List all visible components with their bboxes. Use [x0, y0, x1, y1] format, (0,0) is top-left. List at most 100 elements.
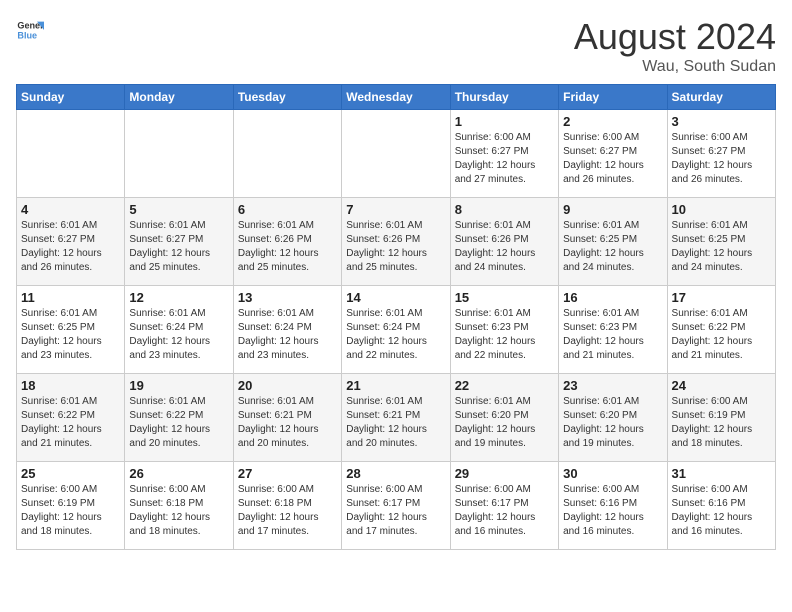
logo: General Blue — [16, 16, 44, 44]
day-number: 1 — [455, 114, 554, 129]
day-number: 19 — [129, 378, 228, 393]
day-number: 7 — [346, 202, 445, 217]
weekday-row: SundayMondayTuesdayWednesdayThursdayFrid… — [17, 85, 776, 110]
svg-text:Blue: Blue — [17, 30, 37, 40]
calendar-cell: 1 Sunrise: 6:00 AM Sunset: 6:27 PM Daylig… — [450, 110, 558, 198]
cell-content: Sunrise: 6:01 AM Sunset: 6:26 PM Dayligh… — [346, 219, 445, 275]
day-number: 11 — [21, 290, 120, 305]
calendar-cell: 25 Sunrise: 6:00 AM Sunset: 6:19 PM Dayli… — [17, 462, 125, 550]
day-number: 31 — [672, 466, 771, 481]
title-block: August 2024 Wau, South Sudan — [574, 16, 776, 76]
calendar-week-1: 1 Sunrise: 6:00 AM Sunset: 6:27 PM Daylig… — [17, 110, 776, 198]
calendar-cell: 27 Sunrise: 6:00 AM Sunset: 6:18 PM Dayli… — [233, 462, 341, 550]
cell-content: Sunrise: 6:01 AM Sunset: 6:22 PM Dayligh… — [672, 307, 771, 363]
day-number: 24 — [672, 378, 771, 393]
weekday-header-tuesday: Tuesday — [233, 85, 341, 110]
cell-content: Sunrise: 6:01 AM Sunset: 6:25 PM Dayligh… — [21, 307, 120, 363]
calendar-cell: 31 Sunrise: 6:00 AM Sunset: 6:16 PM Dayli… — [667, 462, 775, 550]
day-number: 16 — [563, 290, 662, 305]
day-number: 13 — [238, 290, 337, 305]
calendar-cell: 26Sunrise: 6:00 AM Sunset: 6:18 PM Dayli… — [125, 462, 233, 550]
calendar-subtitle: Wau, South Sudan — [574, 58, 776, 76]
day-number: 8 — [455, 202, 554, 217]
day-number: 14 — [346, 290, 445, 305]
calendar-cell: 5Sunrise: 6:01 AM Sunset: 6:27 PM Daylig… — [125, 198, 233, 286]
calendar-cell — [342, 110, 450, 198]
calendar-week-2: 4Sunrise: 6:01 AM Sunset: 6:27 PM Daylig… — [17, 198, 776, 286]
calendar-title: August 2024 — [574, 16, 776, 58]
day-number: 29 — [455, 466, 554, 481]
calendar-cell: 4Sunrise: 6:01 AM Sunset: 6:27 PM Daylig… — [17, 198, 125, 286]
day-number: 21 — [346, 378, 445, 393]
calendar-cell: 30Sunrise: 6:00 AM Sunset: 6:16 PM Dayli… — [559, 462, 667, 550]
calendar-cell: 3 Sunrise: 6:00 AM Sunset: 6:27 PM Daylig… — [667, 110, 775, 198]
calendar-body: 1 Sunrise: 6:00 AM Sunset: 6:27 PM Daylig… — [17, 110, 776, 550]
day-number: 27 — [238, 466, 337, 481]
calendar-cell: 12Sunrise: 6:01 AM Sunset: 6:24 PM Dayli… — [125, 286, 233, 374]
cell-content: Sunrise: 6:01 AM Sunset: 6:27 PM Dayligh… — [21, 219, 120, 275]
cell-content: Sunrise: 6:00 AM Sunset: 6:18 PM Dayligh… — [238, 483, 337, 539]
page-header: General Blue August 2024 Wau, South Suda… — [16, 16, 776, 76]
calendar-header: SundayMondayTuesdayWednesdayThursdayFrid… — [17, 85, 776, 110]
calendar-cell: 17Sunrise: 6:01 AM Sunset: 6:22 PM Dayli… — [667, 286, 775, 374]
cell-content: Sunrise: 6:00 AM Sunset: 6:16 PM Dayligh… — [563, 483, 662, 539]
day-number: 15 — [455, 290, 554, 305]
weekday-header-friday: Friday — [559, 85, 667, 110]
calendar-cell: 10Sunrise: 6:01 AM Sunset: 6:25 PM Dayli… — [667, 198, 775, 286]
calendar-cell: 19 Sunrise: 6:01 AM Sunset: 6:22 PM Dayli… — [125, 374, 233, 462]
calendar-cell: 21 Sunrise: 6:01 AM Sunset: 6:21 PM Dayli… — [342, 374, 450, 462]
cell-content: Sunrise: 6:00 AM Sunset: 6:17 PM Dayligh… — [455, 483, 554, 539]
cell-content: Sunrise: 6:01 AM Sunset: 6:24 PM Dayligh… — [346, 307, 445, 363]
day-number: 10 — [672, 202, 771, 217]
weekday-header-thursday: Thursday — [450, 85, 558, 110]
calendar-cell: 22 Sunrise: 6:01 AM Sunset: 6:20 PM Dayli… — [450, 374, 558, 462]
weekday-header-sunday: Sunday — [17, 85, 125, 110]
calendar-cell: 14 Sunrise: 6:01 AM Sunset: 6:24 PM Dayli… — [342, 286, 450, 374]
calendar-cell: 2Sunrise: 6:00 AM Sunset: 6:27 PM Daylig… — [559, 110, 667, 198]
day-number: 20 — [238, 378, 337, 393]
day-number: 22 — [455, 378, 554, 393]
cell-content: Sunrise: 6:00 AM Sunset: 6:19 PM Dayligh… — [672, 395, 771, 451]
calendar-week-4: 18 Sunrise: 6:01 AM Sunset: 6:22 PM Dayli… — [17, 374, 776, 462]
cell-content: Sunrise: 6:00 AM Sunset: 6:19 PM Dayligh… — [21, 483, 120, 539]
day-number: 25 — [21, 466, 120, 481]
day-number: 6 — [238, 202, 337, 217]
calendar-week-5: 25 Sunrise: 6:00 AM Sunset: 6:19 PM Dayli… — [17, 462, 776, 550]
day-number: 3 — [672, 114, 771, 129]
calendar-cell: 8Sunrise: 6:01 AM Sunset: 6:26 PM Daylig… — [450, 198, 558, 286]
calendar-cell: 9 Sunrise: 6:01 AM Sunset: 6:25 PM Daylig… — [559, 198, 667, 286]
cell-content: Sunrise: 6:00 AM Sunset: 6:16 PM Dayligh… — [672, 483, 771, 539]
cell-content: Sunrise: 6:00 AM Sunset: 6:18 PM Dayligh… — [129, 483, 228, 539]
cell-content: Sunrise: 6:00 AM Sunset: 6:27 PM Dayligh… — [672, 131, 771, 187]
calendar-cell: 11 Sunrise: 6:01 AM Sunset: 6:25 PM Dayli… — [17, 286, 125, 374]
weekday-header-wednesday: Wednesday — [342, 85, 450, 110]
cell-content: Sunrise: 6:01 AM Sunset: 6:20 PM Dayligh… — [563, 395, 662, 451]
calendar-week-3: 11 Sunrise: 6:01 AM Sunset: 6:25 PM Dayli… — [17, 286, 776, 374]
day-number: 28 — [346, 466, 445, 481]
cell-content: Sunrise: 6:01 AM Sunset: 6:26 PM Dayligh… — [238, 219, 337, 275]
day-number: 23 — [563, 378, 662, 393]
cell-content: Sunrise: 6:01 AM Sunset: 6:21 PM Dayligh… — [346, 395, 445, 451]
calendar-cell: 7 Sunrise: 6:01 AM Sunset: 6:26 PM Daylig… — [342, 198, 450, 286]
cell-content: Sunrise: 6:01 AM Sunset: 6:23 PM Dayligh… — [563, 307, 662, 363]
calendar-cell: 13 Sunrise: 6:01 AM Sunset: 6:24 PM Dayli… — [233, 286, 341, 374]
cell-content: Sunrise: 6:01 AM Sunset: 6:25 PM Dayligh… — [563, 219, 662, 275]
day-number: 12 — [129, 290, 228, 305]
cell-content: Sunrise: 6:01 AM Sunset: 6:22 PM Dayligh… — [21, 395, 120, 451]
day-number: 18 — [21, 378, 120, 393]
cell-content: Sunrise: 6:01 AM Sunset: 6:22 PM Dayligh… — [129, 395, 228, 451]
calendar-cell: 20Sunrise: 6:01 AM Sunset: 6:21 PM Dayli… — [233, 374, 341, 462]
calendar-cell — [233, 110, 341, 198]
cell-content: Sunrise: 6:01 AM Sunset: 6:24 PM Dayligh… — [238, 307, 337, 363]
day-number: 5 — [129, 202, 228, 217]
weekday-header-saturday: Saturday — [667, 85, 775, 110]
calendar-cell: 16 Sunrise: 6:01 AM Sunset: 6:23 PM Dayli… — [559, 286, 667, 374]
calendar-cell — [17, 110, 125, 198]
cell-content: Sunrise: 6:01 AM Sunset: 6:23 PM Dayligh… — [455, 307, 554, 363]
cell-content: Sunrise: 6:00 AM Sunset: 6:27 PM Dayligh… — [455, 131, 554, 187]
day-number: 9 — [563, 202, 662, 217]
cell-content: Sunrise: 6:01 AM Sunset: 6:20 PM Dayligh… — [455, 395, 554, 451]
weekday-header-monday: Monday — [125, 85, 233, 110]
calendar-cell: 23 Sunrise: 6:01 AM Sunset: 6:20 PM Dayli… — [559, 374, 667, 462]
calendar-cell: 15 Sunrise: 6:01 AM Sunset: 6:23 PM Dayli… — [450, 286, 558, 374]
